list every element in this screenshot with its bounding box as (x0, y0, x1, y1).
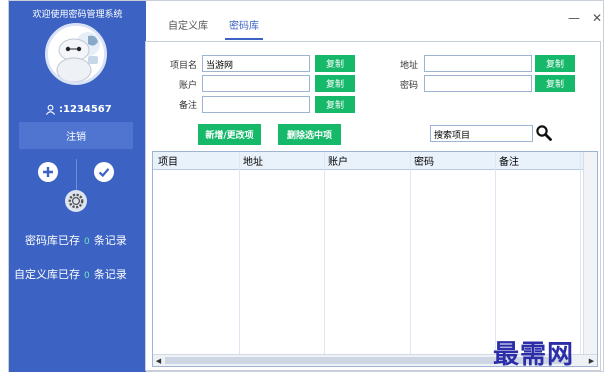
avatar[interactable] (45, 23, 107, 85)
copy-password-button[interactable]: 复制 (535, 75, 575, 92)
confirm-button[interactable] (94, 162, 114, 182)
top-bar: 自定义库 密码库 — ✕ (146, 1, 603, 40)
column-divider (495, 152, 496, 356)
copy-account-button[interactable]: 复制 (315, 75, 355, 92)
app-window: 欢迎使用密码管理系统 :1234567 注销 密码库已存 0 条记录 自定义库已… (8, 0, 604, 372)
project-label: 项目名 (170, 61, 198, 71)
copy-project-button[interactable]: 复制 (315, 55, 355, 72)
logout-button[interactable]: 注销 (19, 122, 133, 149)
column-divider (324, 152, 325, 356)
custom-stat-label: 自定义库已存 (14, 268, 80, 281)
check-icon (98, 168, 110, 178)
username: :1234567 (59, 104, 112, 115)
custom-stat-count: 0 (84, 271, 90, 281)
settings-button[interactable] (65, 190, 87, 212)
password-stat-label: 密码库已存 (25, 234, 80, 247)
copy-remark-button[interactable]: 复制 (315, 96, 355, 113)
tab-password-library[interactable]: 密码库 (225, 11, 263, 40)
add-button[interactable] (38, 162, 58, 182)
password-stat-unit: 条记录 (93, 234, 127, 247)
user-row: :1234567 (45, 104, 112, 115)
remark-field[interactable] (202, 96, 310, 113)
column-header-account[interactable]: 账户 (325, 153, 348, 168)
user-icon (45, 104, 56, 115)
account-label: 账户 (179, 81, 198, 91)
password-library-panel: 项目名 当游网 复制 账户 复制 备注 复制 地址 复制 密码 复制 新增/更改… (145, 41, 601, 371)
table-header: 项目 地址 账户 密码 备注 (153, 152, 597, 170)
column-divider (580, 152, 581, 356)
copy-address-button[interactable]: 复制 (535, 55, 575, 72)
password-stat: 密码库已存 0 条记录 (25, 232, 127, 248)
sidebar: 欢迎使用密码管理系统 :1234567 注销 密码库已存 0 条记录 自定义库已… (9, 1, 146, 372)
gear-icon (68, 193, 84, 209)
custom-stat: 自定义库已存 0 条记录 (14, 266, 127, 282)
column-header-address[interactable]: 地址 (240, 153, 263, 168)
password-label: 密码 (400, 81, 419, 91)
minimize-button[interactable]: — (568, 11, 580, 25)
column-divider (410, 152, 411, 356)
search-input[interactable]: 搜索项目 (430, 125, 533, 142)
tab-custom-library[interactable]: 自定义库 (164, 11, 212, 38)
search-icon[interactable] (535, 124, 553, 142)
address-label: 地址 (400, 61, 419, 71)
watermark: 最需网 (493, 340, 575, 370)
password-stat-count: 0 (84, 237, 90, 247)
account-field[interactable] (202, 75, 310, 92)
scroll-right-icon[interactable]: ▶ (586, 355, 597, 366)
column-header-password[interactable]: 密码 (411, 153, 434, 168)
app-title: 欢迎使用密码管理系统 (32, 10, 123, 20)
remark-label: 备注 (179, 101, 198, 111)
delete-selected-button[interactable]: 删除选中项 (278, 124, 341, 145)
password-field[interactable] (424, 75, 532, 92)
vertical-scrollbar[interactable] (583, 152, 597, 356)
add-update-button[interactable]: 新增/更改项 (198, 124, 261, 145)
column-header-remark[interactable]: 备注 (496, 153, 519, 168)
close-button[interactable]: ✕ (592, 11, 602, 25)
column-header-project[interactable]: 项目 (155, 153, 178, 168)
plus-icon (43, 167, 53, 177)
project-field[interactable]: 当游网 (202, 55, 310, 72)
custom-stat-unit: 条记录 (93, 268, 127, 281)
address-field[interactable] (424, 55, 532, 72)
scroll-left-icon[interactable]: ◀ (153, 355, 164, 366)
column-divider (239, 152, 240, 356)
robot-avatar-icon (48, 26, 104, 82)
